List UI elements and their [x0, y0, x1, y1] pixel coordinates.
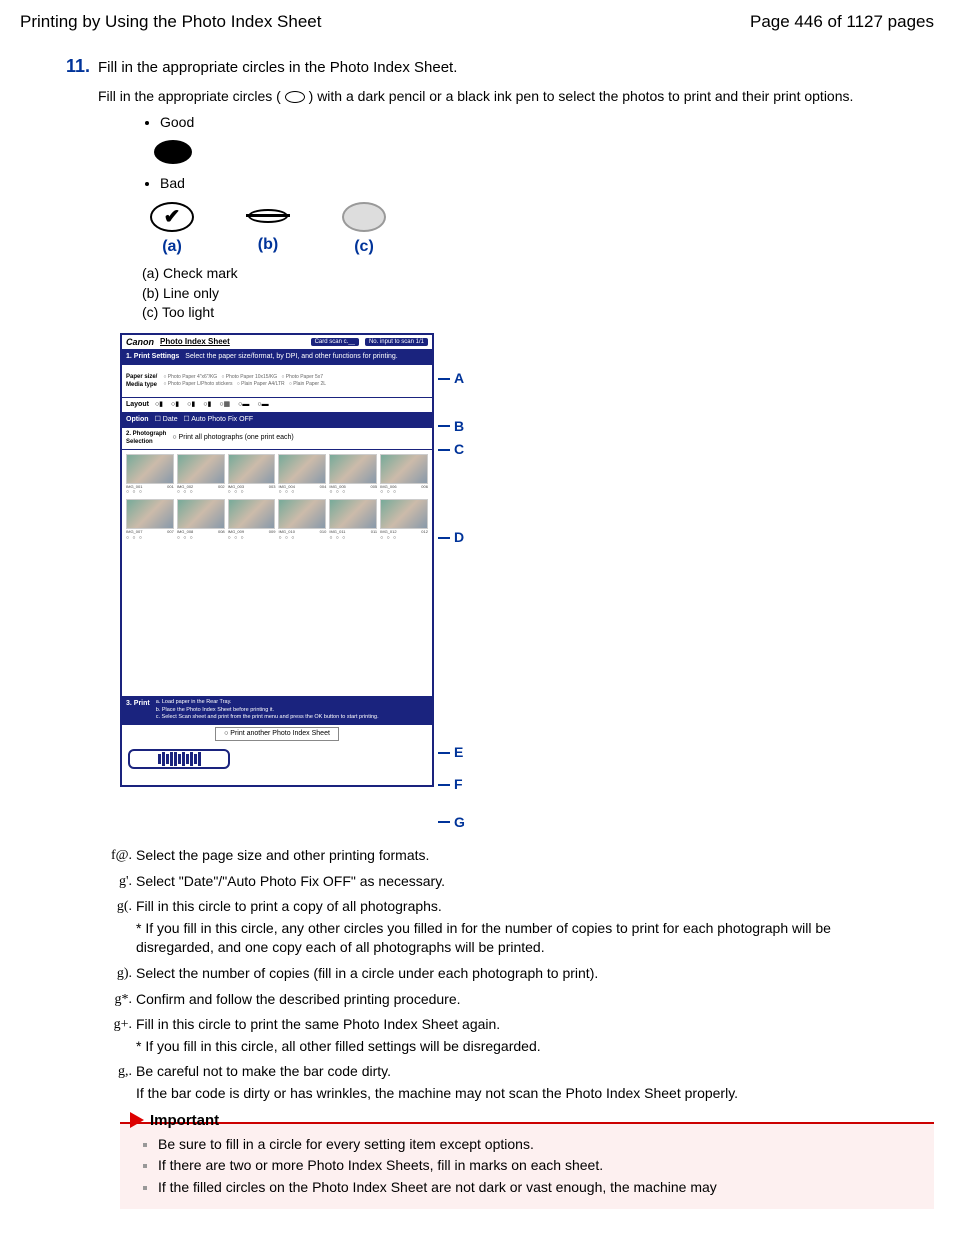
instruction-post: ) with a dark pencil or a black ink pen … [305, 88, 854, 104]
bad-examples: ✔ (a) (b) (c) [142, 202, 934, 258]
sheet-section-1-text: Select the paper size/format, by DPI, an… [185, 352, 397, 362]
instruction-pre: Fill in the appropriate circles ( [98, 88, 285, 104]
important-item: If the filled circles on the Photo Index… [158, 1178, 924, 1198]
sheet-chip-2: No. input to scan 1/1 [365, 338, 428, 346]
important-section: Important Be sure to fill in a circle fo… [120, 1122, 934, 1210]
option-label: Option [126, 415, 149, 425]
page-header: Printing by Using the Photo Index Sheet … [20, 10, 934, 34]
important-item: If there are two or more Photo Index She… [158, 1156, 924, 1176]
sheet-chip-1: Card scan c.__ [311, 338, 359, 346]
example-section: Good Bad ✔ (a) (b) (c) (a) Check mark (b… [120, 113, 934, 833]
marker-D: D [438, 528, 465, 548]
definition-list: f@.Select the page size and other printi… [98, 846, 904, 1104]
photo-grid: IMG_001001○ ○ ○ IMG_002002○ ○ ○ IMG_0030… [122, 450, 432, 546]
flag-icon [130, 1112, 144, 1128]
marker-B: B [438, 417, 465, 437]
photo-index-sheet: Canon Photo Index Sheet Card scan c.__ N… [120, 333, 434, 787]
marker-column: A B C D E F G [438, 333, 465, 832]
step-body: Fill in the appropriate circles ( ) with… [98, 87, 904, 107]
important-heading: Important [150, 1110, 219, 1131]
marker-G: G [438, 813, 465, 833]
marker-C: C [438, 440, 465, 460]
page-number: Page 446 of 1127 pages [750, 10, 934, 34]
oval-icon [285, 91, 305, 103]
marker-E: E [438, 743, 465, 763]
step-number: 11. [20, 54, 98, 79]
legend-a: (a) Check mark [142, 264, 934, 284]
too-light-icon [342, 202, 386, 232]
print-steps: a. Load paper in the Rear Tray. b. Place… [156, 699, 379, 722]
line-only-icon [248, 202, 288, 230]
barcode-icon [128, 749, 230, 769]
legend-c: (c) Too light [142, 303, 934, 323]
bad-legend: (a) Check mark (b) Line only (c) Too lig… [120, 264, 934, 323]
def-val: Select the page size and other printing … [136, 846, 904, 866]
marker-F: F [438, 775, 465, 795]
sheet-title: Photo Index Sheet [160, 336, 230, 347]
bad-label: Bad [160, 174, 934, 194]
good-label: Good [160, 113, 934, 133]
step-heading: 11. Fill in the appropriate circles in t… [20, 54, 934, 79]
sheet-section-3: 3. Print [126, 699, 150, 709]
paper-label: Paper size/ Media type [126, 373, 157, 390]
checkmark-icon: ✔ [150, 202, 194, 232]
index-sheet-figure: Canon Photo Index Sheet Card scan c.__ N… [120, 333, 934, 832]
legend-b: (b) Line only [142, 284, 934, 304]
bad-a-label: (a) [142, 236, 202, 258]
sheet-section-2: 2. Photograph Selection [126, 430, 166, 447]
bad-c-label: (c) [334, 236, 394, 258]
doc-title: Printing by Using the Photo Index Sheet [20, 10, 321, 34]
important-item: Be sure to fill in a circle for every se… [158, 1135, 924, 1155]
bad-b-label: (b) [238, 234, 298, 256]
good-mark-icon [154, 140, 192, 164]
marker-A: A [438, 369, 465, 389]
layout-label: Layout [126, 400, 149, 410]
sheet-brand: Canon [126, 336, 154, 349]
sheet-section-1: 1. Print Settings [126, 352, 179, 362]
def-key: f@. [98, 846, 136, 866]
step-title: Fill in the appropriate circles in the P… [98, 57, 457, 78]
